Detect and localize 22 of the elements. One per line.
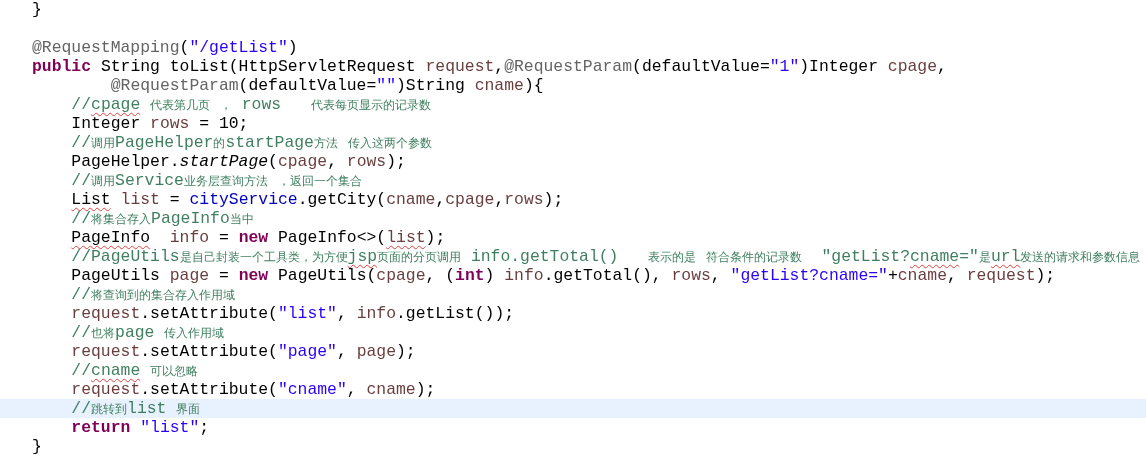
code-line: PageHelper.startPage(cpage, rows);	[70, 152, 407, 171]
code-line: @RequestMapping("/getList")	[31, 38, 299, 57]
code-line: //cpage 代表第几页 ， rows 代表每页显示的记录数	[70, 95, 432, 114]
code-line: @RequestParam(defaultValue="")String cname){	[109, 76, 545, 95]
code-line: //调用PageHelper的startPage方法 传入这两个参数	[70, 133, 433, 152]
code-line: //PageUtils是自己封装一个工具类，为方便jsp页面的分页调用 info.getTotal() 表示的是 符合条件的记录数 "getList?cname="是url发送的请求和参数信息	[70, 247, 1142, 266]
code-line: //将集合存入PageInfo当中	[70, 209, 255, 228]
code-line: PageInfo info = new PageInfo<>(list);	[70, 228, 447, 247]
code-line: public String toList(HttpServletRequest request,@RequestParam(defaultValue="1")Integer cpage,	[31, 57, 948, 76]
code-line: }	[31, 0, 43, 19]
code-line: //调用Service业务层查询方法 ，返回一个集合	[70, 171, 363, 190]
code-line: PageUtils page = new PageUtils(cpage, (int) info.getTotal(), rows, "getList?cname="+cname, request);	[70, 266, 1057, 285]
code-line: request.setAttribute("cname", cname);	[70, 380, 437, 399]
code-line: List list = cityService.getCity(cname,cpage,rows);	[70, 190, 565, 209]
code-line: request.setAttribute("page", page);	[70, 342, 417, 361]
code-line: request.setAttribute("list", info.getList());	[70, 304, 516, 323]
code-line: }	[31, 437, 43, 456]
code-line: Integer rows = 10;	[70, 114, 250, 133]
code-line: //将查询到的集合存入作用域	[70, 285, 237, 304]
code-line: //也将page 传入作用域	[70, 323, 226, 342]
code-line: return "list";	[70, 418, 211, 437]
code-line: //cname 可以忽略	[70, 361, 200, 380]
